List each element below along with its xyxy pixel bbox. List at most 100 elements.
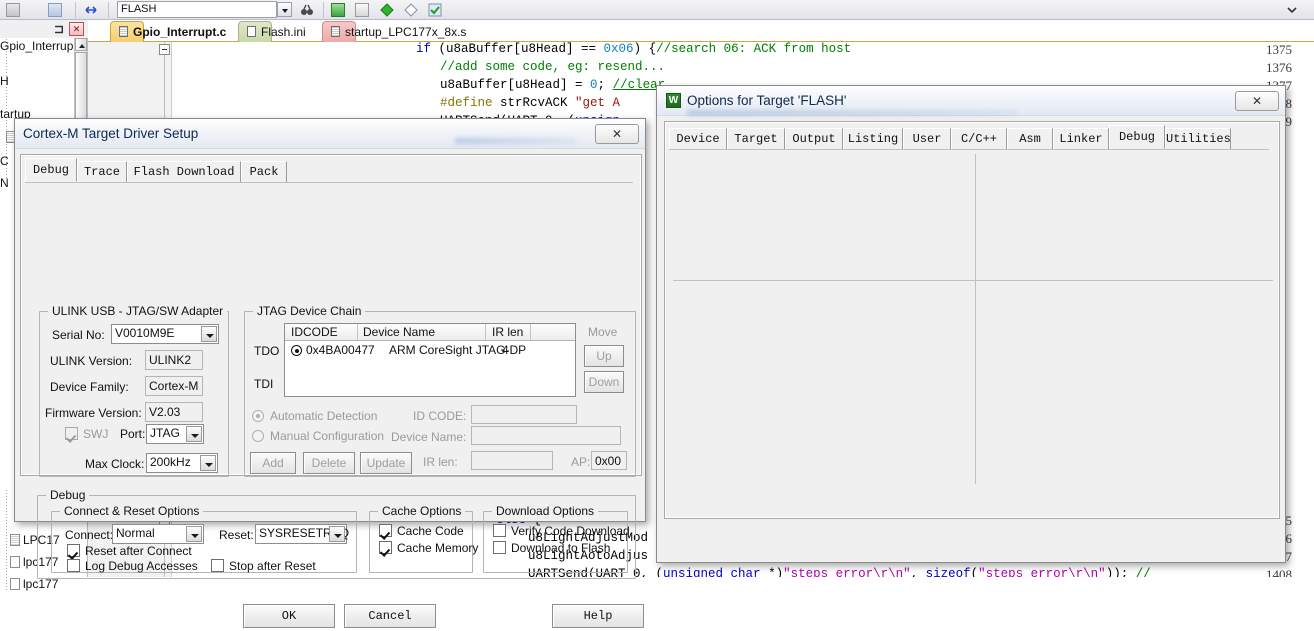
build-icon[interactable] xyxy=(331,3,345,17)
dialog-titlebar[interactable]: W Options for Target 'FLASH' ✕ xyxy=(657,86,1285,116)
tab-debug[interactable]: Debug xyxy=(1109,125,1165,149)
table-row[interactable]: 0x4BA00477 ARM CoreSight JTAG-DP 4 xyxy=(285,342,575,359)
close-icon[interactable]: ✕ xyxy=(1235,91,1279,111)
cortex-m-target-driver-setup-dialog[interactable]: Cortex-M Target Driver Setup ✕ Debug Tra… xyxy=(14,118,646,628)
options-for-target-dialog[interactable]: W Options for Target 'FLASH' ✕ Device Ta… xyxy=(656,85,1286,563)
cache-code-label: Cache Code xyxy=(397,524,464,538)
binoculars-icon[interactable] xyxy=(300,3,314,17)
editor-tab-gpio-interrupt-c[interactable]: Gpio_Interrupt.c xyxy=(110,21,227,45)
line-number: 1375 xyxy=(1266,42,1292,57)
scroll-up-icon[interactable] xyxy=(75,38,87,51)
file-icon xyxy=(10,534,20,546)
delete-button[interactable]: Delete xyxy=(303,452,355,474)
close-icon[interactable]: ✕ xyxy=(69,22,84,36)
jtag-device-list[interactable]: IDCODE Device Name IR len 0x4BA00477 ARM… xyxy=(284,323,576,397)
ulink-adapter-caption: ULINK USB - JTAG/SW Adapter xyxy=(48,304,228,318)
reset-after-connect-checkbox[interactable] xyxy=(67,544,80,557)
ap-input[interactable]: 0x00 xyxy=(591,451,627,470)
serial-no-select[interactable]: V0010M9E xyxy=(111,324,219,344)
pin-icon[interactable]: ⊐ xyxy=(54,22,64,36)
driver-ok-button[interactable]: OK xyxy=(243,604,335,628)
tab-device[interactable]: Device xyxy=(669,128,727,149)
tab-debug[interactable]: Debug xyxy=(25,158,77,182)
chevron-down-icon[interactable] xyxy=(201,326,217,342)
jtag-device-name-label: Device Name: xyxy=(391,430,467,444)
stop-after-reset-label: Stop after Reset xyxy=(229,559,316,573)
tdi-label: TDI xyxy=(254,377,274,391)
move-up-button[interactable]: Up xyxy=(584,345,624,367)
log-debug-accesses-checkbox[interactable] xyxy=(67,559,80,572)
max-clock-select[interactable]: 200kHz xyxy=(146,453,218,473)
sidebar-item-5[interactable]: N xyxy=(0,175,9,192)
connect-value: Normal xyxy=(116,526,155,540)
arrows-icon[interactable] xyxy=(84,3,98,17)
driver-dialog-titlebar[interactable]: Cortex-M Target Driver Setup ✕ xyxy=(15,119,645,149)
reset-select[interactable]: SYSRESETREQ xyxy=(255,524,349,544)
verify-code-download-checkbox[interactable] xyxy=(493,524,506,537)
sidebar-item-1[interactable]: H xyxy=(0,73,9,90)
tab-trace[interactable]: Trace xyxy=(77,161,127,182)
automatic-detection-radio[interactable] xyxy=(252,410,264,422)
toolbar-overflow-icon[interactable] xyxy=(1285,3,1299,17)
file-icon xyxy=(10,578,20,590)
sidebar-item-label: Gpio_Interrup xyxy=(0,39,74,53)
port-select[interactable]: JTAG xyxy=(146,424,204,444)
diamond-green-icon[interactable] xyxy=(380,3,394,17)
swj-label: SWJ xyxy=(83,427,109,441)
tab-asm[interactable]: Asm xyxy=(1007,128,1053,149)
driver-dialog-title: Cortex-M Target Driver Setup xyxy=(23,126,199,141)
tab-c-cpp[interactable]: C/C++ xyxy=(951,128,1007,149)
tab-utilities[interactable]: Utilities xyxy=(1165,128,1231,149)
chevron-down-icon[interactable] xyxy=(186,526,202,542)
serial-no-label: Serial No: xyxy=(52,328,105,342)
download-to-flash-checkbox[interactable] xyxy=(493,541,506,554)
editor-tab-startup-lpc177x[interactable]: startup_LPC177x_8x.s xyxy=(322,21,466,42)
close-icon[interactable]: ✕ xyxy=(595,124,639,144)
cache-memory-checkbox[interactable] xyxy=(379,541,392,554)
id-code-input[interactable] xyxy=(471,405,577,424)
stop-after-reset-checkbox[interactable] xyxy=(211,559,224,572)
tab-user[interactable]: User xyxy=(903,128,951,149)
toolbar-icon-2[interactable] xyxy=(48,3,62,17)
verify-code-download-label: Verify Code Download xyxy=(511,524,630,538)
driver-help-button[interactable]: Help xyxy=(552,604,644,628)
tab-listing[interactable]: Listing xyxy=(843,128,903,149)
tab-linker[interactable]: Linker xyxy=(1053,128,1109,149)
code-line-1376: //add some code, eg: resend... xyxy=(440,60,666,74)
row-selected-radio-icon[interactable] xyxy=(291,345,302,356)
editor-tab-flash-ini[interactable]: Flash.ini xyxy=(238,21,306,42)
connect-select[interactable]: Normal xyxy=(112,524,204,544)
tab-target[interactable]: Target xyxy=(727,128,785,149)
project-target-select[interactable]: FLASH xyxy=(117,1,277,18)
diamond-outline-icon[interactable] xyxy=(404,3,418,17)
cell-ir-len: 4 xyxy=(502,343,509,357)
serial-no-value: V0010M9E xyxy=(115,326,175,340)
check-green-icon[interactable] xyxy=(428,3,442,17)
editor-tab-label: startup_LPC177x_8x.s xyxy=(345,25,467,39)
sidebar-item-0[interactable]: Gpio_Interrup xyxy=(0,38,73,55)
update-button[interactable]: Update xyxy=(360,452,412,474)
line-number: 1376 xyxy=(1266,60,1292,75)
tab-pack[interactable]: Pack xyxy=(241,161,287,182)
sidebar-item-label: lpc177 xyxy=(23,577,59,591)
sidebar-item-4[interactable]: C xyxy=(0,153,9,170)
toolbar-icon-1[interactable] xyxy=(6,3,20,17)
jtag-device-name-input[interactable] xyxy=(471,426,621,445)
window-icon[interactable] xyxy=(355,3,369,17)
fold-toggle-icon[interactable] xyxy=(159,44,170,55)
tab-flash-download[interactable]: Flash Download xyxy=(127,161,241,182)
debug-group-caption: Debug xyxy=(46,488,90,502)
add-button[interactable]: Add xyxy=(250,452,296,474)
chevron-down-icon[interactable] xyxy=(277,2,292,17)
jtag-list-header: IDCODE Device Name IR len xyxy=(285,324,575,341)
tab-output[interactable]: Output xyxy=(785,128,843,149)
chevron-down-icon[interactable] xyxy=(329,526,345,542)
cache-code-checkbox[interactable] xyxy=(379,524,392,537)
driver-cancel-button[interactable]: Cancel xyxy=(344,604,436,628)
jtag-ir-len-input[interactable] xyxy=(471,451,553,470)
chevron-down-icon[interactable] xyxy=(200,455,216,471)
move-down-button[interactable]: Down xyxy=(584,371,624,393)
cell-idcode: 0x4BA00477 xyxy=(306,343,375,357)
manual-configuration-radio[interactable] xyxy=(252,430,264,442)
chevron-down-icon[interactable] xyxy=(186,426,202,442)
